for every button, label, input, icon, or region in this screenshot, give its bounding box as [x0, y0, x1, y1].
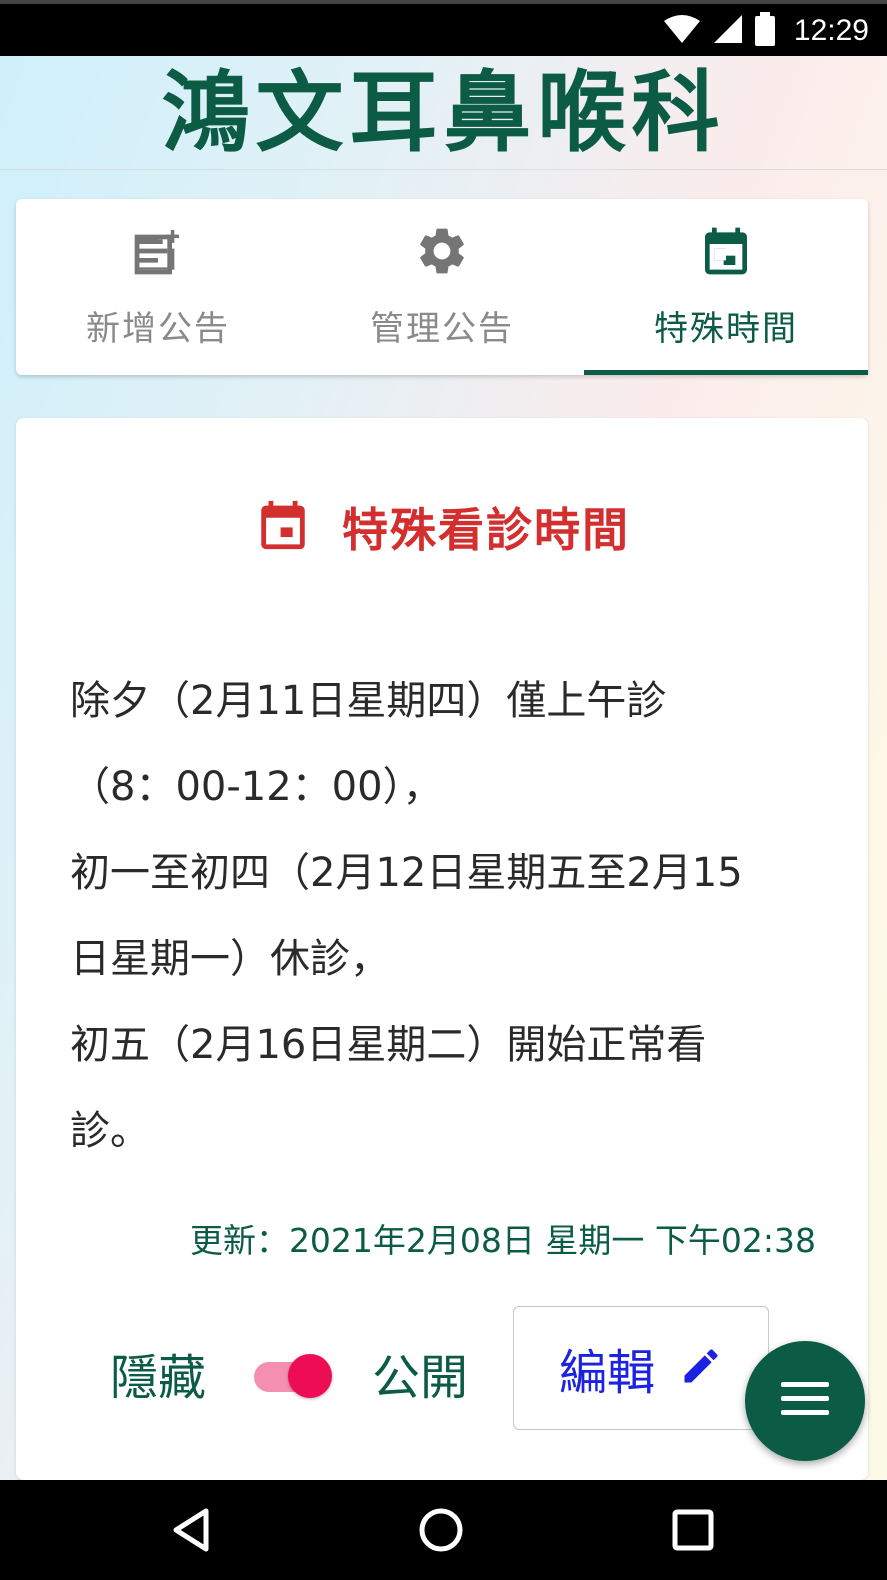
app-header: 鴻文耳鼻喉科 [0, 56, 887, 170]
tab-add-notice-label: 新增公告 [86, 309, 230, 349]
status-icons: 12:29 [662, 12, 869, 50]
calendar-icon [698, 223, 754, 283]
special-hours-card: 特殊看診時間 除夕（2月11日星期四）僅上午診 （8：00-12：00）， 初一… [16, 418, 868, 1480]
clock-time: 12:29 [793, 14, 869, 47]
app-title: 鴻文耳鼻喉科 [161, 60, 726, 164]
battery-icon [754, 12, 776, 50]
notice-body: 除夕（2月11日星期四）僅上午診 （8：00-12：00）， 初一至初四（2月1… [70, 658, 810, 1174]
home-icon[interactable] [416, 1505, 466, 1555]
notice-line: 除夕（2月11日星期四）僅上午診 [70, 678, 667, 724]
tab-manage-notice-label: 管理公告 [370, 309, 514, 349]
system-nav-bar [0, 1480, 887, 1580]
card-heading: 特殊看診時間 [16, 494, 868, 560]
tab-manage-notice[interactable]: 管理公告 [300, 199, 584, 375]
tab-add-notice[interactable]: 新增公告 [16, 199, 300, 375]
updated-timestamp: 更新：2021年2月08日 星期一 下午02:38 [189, 1221, 816, 1260]
notice-line: 初五（2月16日星期二）開始正常看 [70, 1022, 707, 1068]
notice-line: 診。 [70, 1108, 150, 1154]
edit-button-label: 編輯 [558, 1345, 655, 1401]
toggle-knob [288, 1354, 332, 1398]
signal-icon [712, 13, 744, 49]
tab-bar: 新增公告 管理公告 特殊時間 [16, 199, 868, 375]
public-label: 公開 [372, 1350, 469, 1406]
menu-icon [779, 1379, 831, 1423]
recents-icon[interactable] [668, 1505, 718, 1555]
card-heading-title: 特殊看診時間 [342, 503, 630, 557]
notice-controls: 隱藏 公開 編輯 [16, 1306, 868, 1430]
notice-line: （8：00-12：00）， [70, 764, 443, 810]
tab-special-hours-label: 特殊時間 [654, 309, 798, 349]
hide-label: 隱藏 [110, 1350, 207, 1406]
visibility-toggle[interactable] [254, 1354, 332, 1398]
calendar-icon [254, 494, 312, 560]
gear-icon [414, 223, 470, 283]
add-note-icon [130, 223, 186, 283]
back-icon[interactable] [166, 1505, 216, 1555]
pencil-icon [679, 1344, 723, 1392]
status-bar: 12:29 [0, 0, 887, 56]
edit-button[interactable]: 編輯 [513, 1306, 769, 1430]
wifi-icon [662, 13, 702, 49]
notice-line: 初一至初四（2月12日星期五至2月15 [70, 850, 743, 896]
notice-line: 日星期一）休診， [70, 936, 390, 982]
tab-special-hours[interactable]: 特殊時間 [584, 199, 868, 375]
menu-fab-button[interactable] [745, 1341, 865, 1461]
